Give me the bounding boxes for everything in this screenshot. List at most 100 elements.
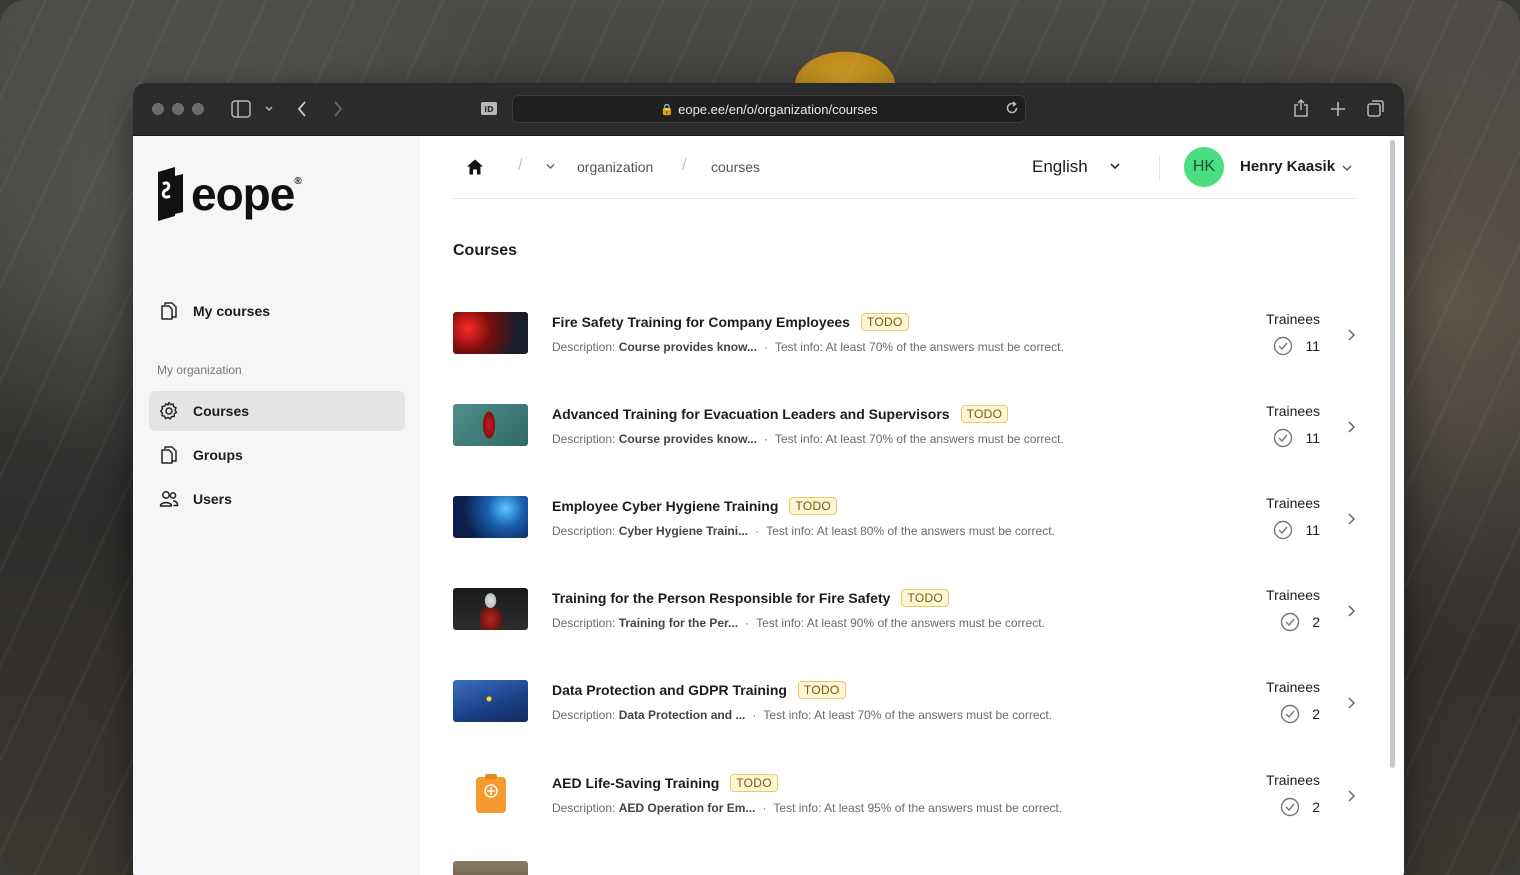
trainees-count: 11 bbox=[1273, 336, 1320, 356]
chevron-down-icon[interactable] bbox=[545, 161, 556, 172]
course-title: Fire Safety Training for Company Employe… bbox=[552, 313, 909, 331]
course-description: Description: Training for the Per... · Tes… bbox=[552, 616, 1045, 630]
scrollbar[interactable] bbox=[1390, 140, 1395, 768]
course-row[interactable]: Advanced Training for Evacuation Leaders… bbox=[453, 400, 1357, 460]
trainees-count: 11 bbox=[1273, 520, 1320, 540]
trainees-label: Trainees bbox=[1266, 311, 1320, 327]
status-badge: TODO bbox=[730, 774, 778, 792]
address-bar[interactable]: 🔒 eope.ee/en/o/organization/courses bbox=[512, 95, 1026, 123]
svg-text:iD: iD bbox=[484, 105, 494, 114]
sidebar-item-label: Users bbox=[193, 491, 232, 507]
trainees-count: 11 bbox=[1273, 428, 1320, 448]
chevron-right-icon[interactable] bbox=[1345, 328, 1357, 342]
course-title: Advanced Training for Evacuation Leaders… bbox=[552, 405, 1009, 423]
zoom-window-button[interactable] bbox=[192, 103, 204, 115]
breadcrumb-organization[interactable]: organization bbox=[577, 159, 653, 175]
back-icon[interactable] bbox=[296, 100, 308, 118]
minimize-window-button[interactable] bbox=[172, 103, 184, 115]
window-controls bbox=[152, 103, 204, 115]
course-thumbnail bbox=[453, 312, 528, 354]
sidebar-toggle-icon[interactable] bbox=[231, 100, 251, 118]
close-window-button[interactable] bbox=[152, 103, 164, 115]
chevron-right-icon[interactable] bbox=[1345, 512, 1357, 526]
course-row[interactable]: AED Life-Saving Training TODO Description… bbox=[453, 769, 1357, 829]
chevron-right-icon[interactable] bbox=[1345, 789, 1357, 803]
breadcrumb-separator: / bbox=[682, 157, 687, 174]
check-circle-icon bbox=[1274, 336, 1293, 356]
chevron-down-icon[interactable] bbox=[264, 105, 274, 113]
sidebar-item-label: Courses bbox=[193, 403, 250, 419]
lock-icon: 🔒 bbox=[660, 103, 675, 116]
home-icon[interactable] bbox=[466, 158, 484, 176]
check-circle-icon bbox=[1274, 428, 1293, 448]
tab-overview-icon[interactable] bbox=[1367, 99, 1385, 117]
sidebar-item-label: My courses bbox=[193, 303, 271, 319]
sidebar-item-groups[interactable]: Groups bbox=[149, 435, 405, 475]
course-description: Description: Data Protection and ... · Tes… bbox=[552, 708, 1053, 722]
check-circle-icon bbox=[1274, 520, 1293, 540]
browser-window: iD 🔒 eope.ee/en/o/organization/courses e… bbox=[133, 83, 1404, 875]
chevron-right-icon[interactable] bbox=[1345, 420, 1357, 434]
breadcrumb-courses[interactable]: courses bbox=[711, 159, 760, 175]
eope-logo[interactable]: eope® bbox=[155, 166, 302, 222]
chevron-down-icon[interactable] bbox=[1109, 160, 1121, 172]
documents-icon bbox=[161, 302, 177, 320]
course-thumbnail bbox=[453, 680, 528, 722]
forward-icon[interactable] bbox=[332, 100, 344, 118]
course-thumbnail bbox=[453, 588, 528, 630]
aed-device-icon bbox=[476, 774, 506, 813]
sidebar-item-users[interactable]: Users bbox=[149, 479, 405, 519]
language-selector[interactable]: English bbox=[1032, 157, 1088, 177]
course-title: Data Protection and GDPR Training TODO bbox=[552, 681, 846, 699]
course-thumbnail bbox=[453, 773, 528, 815]
status-badge: TODO bbox=[860, 313, 909, 331]
course-description: Description: Course provides know... · Tes… bbox=[552, 432, 1064, 446]
chevron-right-icon[interactable] bbox=[1345, 604, 1357, 618]
users-icon bbox=[159, 491, 179, 507]
status-badge: TODO bbox=[901, 589, 950, 607]
chevron-right-icon[interactable] bbox=[1345, 696, 1357, 710]
course-description: Description: Cyber Hygiene Traini... · Tes… bbox=[552, 524, 1055, 538]
eope-logo-icon bbox=[158, 167, 183, 221]
breadcrumb-separator: / bbox=[518, 157, 523, 174]
user-name[interactable]: Henry Kaasik bbox=[1240, 158, 1335, 175]
page-content: eope® My courses My organization Courses bbox=[133, 136, 1404, 875]
documents-icon bbox=[161, 446, 177, 464]
check-circle-icon bbox=[1281, 797, 1300, 817]
status-badge: TODO bbox=[960, 405, 1009, 423]
trainees-label: Trainees bbox=[1266, 495, 1320, 511]
page-title: Courses bbox=[453, 242, 518, 259]
sidebar: eope® My courses My organization Courses bbox=[133, 136, 420, 875]
course-row[interactable]: Fire Safety Training for Company Employe… bbox=[453, 308, 1357, 368]
browser-toolbar: iD 🔒 eope.ee/en/o/organization/courses bbox=[133, 83, 1404, 136]
reload-icon[interactable] bbox=[1005, 101, 1019, 115]
sidebar-item-courses[interactable]: Courses bbox=[149, 391, 405, 431]
trainees-count: 2 bbox=[1280, 612, 1320, 632]
new-tab-icon[interactable] bbox=[1330, 101, 1346, 117]
course-thumbnail bbox=[453, 404, 528, 446]
course-title: Employee Cyber Hygiene Training TODO bbox=[552, 497, 838, 515]
course-row[interactable]: Training for the Person Responsible for … bbox=[453, 584, 1357, 644]
chevron-down-icon[interactable] bbox=[1341, 162, 1353, 174]
course-title: Training for the Person Responsible for … bbox=[552, 589, 950, 607]
course-title: AED Life-Saving Training TODO bbox=[552, 774, 778, 792]
url-text: eope.ee/en/o/organization/courses bbox=[678, 101, 878, 117]
course-row[interactable]: Employee Cyber Hygiene Training TODO Desc… bbox=[453, 492, 1357, 552]
check-circle-icon bbox=[1281, 612, 1300, 632]
share-icon[interactable] bbox=[1293, 98, 1309, 118]
trainees-label: Trainees bbox=[1266, 772, 1320, 788]
course-thumbnail bbox=[453, 496, 528, 538]
trainees-label: Trainees bbox=[1266, 587, 1320, 603]
course-description: Description: AED Operation for Em... · Tes… bbox=[552, 801, 1063, 815]
course-row[interactable]: Data Protection and GDPR Training TODO De… bbox=[453, 676, 1357, 736]
check-circle-icon bbox=[1281, 704, 1300, 724]
sidebar-item-label: Groups bbox=[193, 447, 243, 463]
section-label-my-organization: My organization bbox=[157, 363, 242, 377]
sidebar-item-my-courses[interactable]: My courses bbox=[149, 291, 405, 331]
topbar-divider bbox=[1159, 155, 1160, 181]
gear-icon bbox=[159, 401, 178, 420]
avatar[interactable]: HK bbox=[1184, 147, 1224, 187]
id-extension-icon[interactable]: iD bbox=[480, 101, 498, 116]
top-bar: / organization / courses English HK Henr… bbox=[453, 136, 1357, 199]
status-badge: TODO bbox=[797, 681, 846, 699]
